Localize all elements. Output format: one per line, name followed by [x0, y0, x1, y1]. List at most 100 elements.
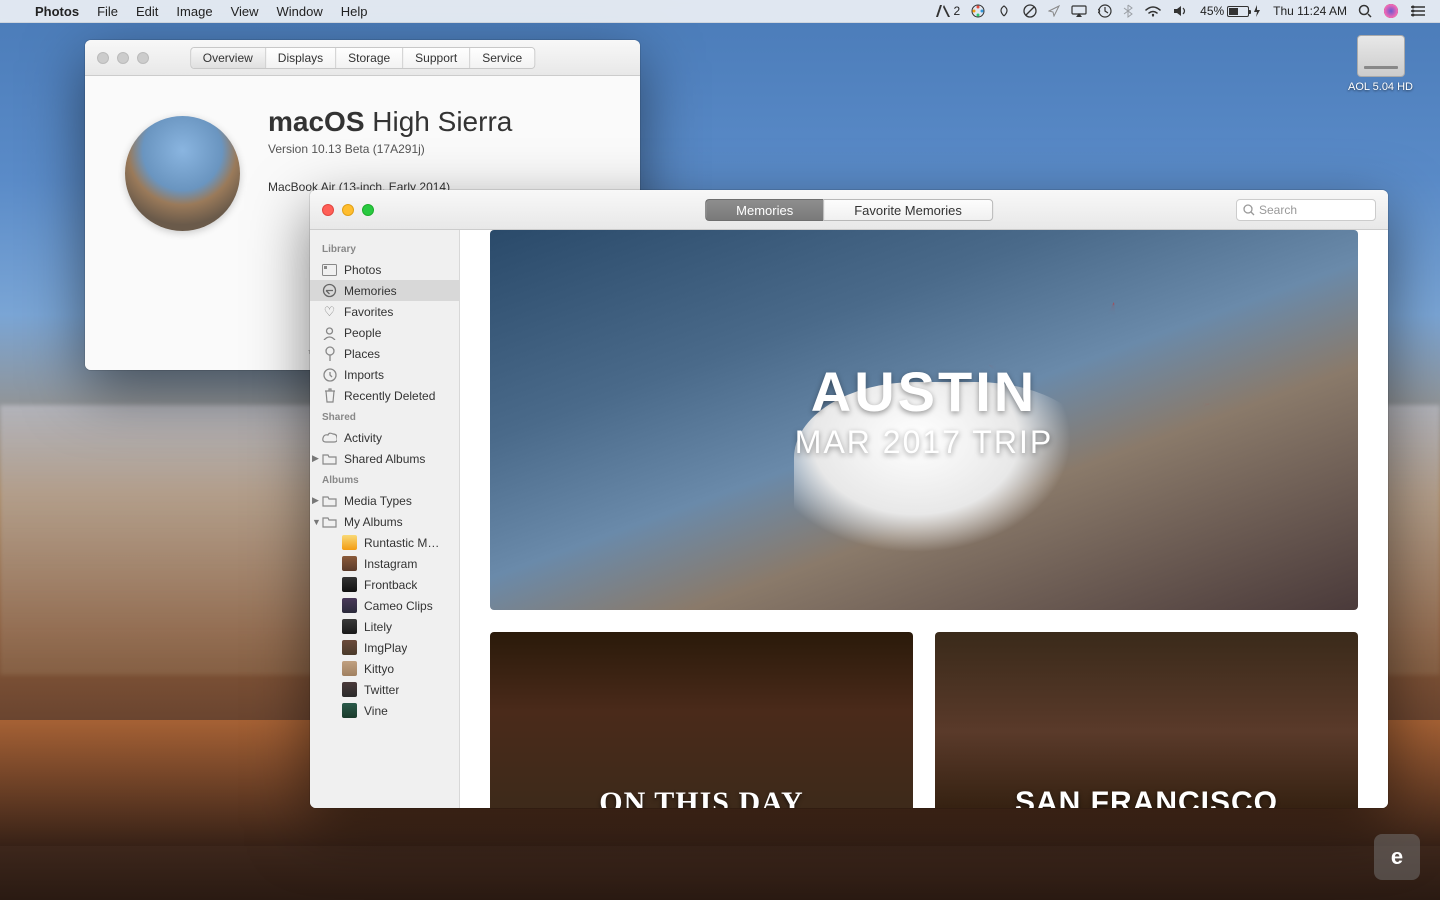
drive-label: AOL 5.04 HD — [1348, 81, 1413, 93]
zoom-button[interactable] — [362, 204, 374, 216]
color-picker-icon[interactable] — [971, 4, 985, 18]
sidebar-header-library: Library — [310, 238, 459, 259]
close-button[interactable] — [97, 52, 109, 64]
album-thumb — [342, 640, 357, 655]
sidebar-album-cameo[interactable]: Cameo Clips — [310, 595, 459, 616]
tab-service[interactable]: Service — [470, 48, 534, 68]
os-version: Version 10.13 Beta (17A291j) — [268, 142, 512, 156]
disclosure-icon[interactable]: ▼ — [312, 517, 321, 527]
zoom-button[interactable] — [137, 52, 149, 64]
about-tabs: Overview Displays Storage Support Servic… — [190, 47, 535, 69]
menu-view[interactable]: View — [222, 0, 268, 23]
minimize-button[interactable] — [342, 204, 354, 216]
search-field[interactable]: Search — [1236, 199, 1376, 221]
battery-status[interactable]: 45% — [1200, 4, 1262, 18]
sidebar-header-shared: Shared — [310, 406, 459, 427]
memory-austin[interactable]: AUSTIN MAR 2017 TRIP — [490, 230, 1358, 610]
menu-file[interactable]: File — [88, 0, 127, 23]
memory-card-title: SAN FRANCISCO — [1015, 786, 1278, 808]
folder-icon — [322, 451, 337, 466]
sidebar-album-vine[interactable]: Vine — [310, 700, 459, 721]
sidebar-item-favorites[interactable]: ♡Favorites — [310, 301, 459, 322]
photos-view-tabs: Memories Favorite Memories — [705, 199, 993, 221]
location-icon[interactable] — [1048, 5, 1060, 17]
tab-displays[interactable]: Displays — [266, 48, 336, 68]
photos-content[interactable]: AUSTIN MAR 2017 TRIP ON THIS DAY SAN FRA… — [460, 230, 1388, 808]
sidebar-album-runtastic[interactable]: Runtastic M… — [310, 532, 459, 553]
desktop-drive[interactable]: AOL 5.04 HD — [1343, 35, 1418, 93]
sidebar-album-litely[interactable]: Litely — [310, 616, 459, 637]
wifi-icon[interactable] — [1144, 5, 1162, 17]
memory-san-francisco[interactable]: SAN FRANCISCO — [935, 632, 1358, 808]
photos-traffic-lights — [310, 204, 374, 216]
cloud-icon — [322, 430, 337, 445]
tab-favorite-memories[interactable]: Favorite Memories — [823, 199, 993, 221]
sidebar-item-imports[interactable]: Imports — [310, 364, 459, 385]
time-machine-icon[interactable] — [1098, 4, 1112, 18]
app-menu[interactable]: Photos — [26, 0, 88, 23]
airplay-icon[interactable] — [1071, 5, 1087, 17]
sidebar-album-instagram[interactable]: Instagram — [310, 553, 459, 574]
memory-card-title: ON THIS DAY — [599, 786, 803, 808]
album-thumb — [342, 556, 357, 571]
watermark-badge: e — [1374, 834, 1420, 880]
sidebar-item-shared-albums[interactable]: ▶Shared Albums — [310, 448, 459, 469]
sidebar-item-people[interactable]: People — [310, 322, 459, 343]
tab-overview[interactable]: Overview — [191, 48, 266, 68]
sidebar-item-memories[interactable]: Memories — [310, 280, 459, 301]
album-thumb — [342, 535, 357, 550]
clock[interactable]: Thu 11:24 AM — [1273, 4, 1347, 18]
drive-icon — [1357, 35, 1405, 77]
sidebar-album-twitter[interactable]: Twitter — [310, 679, 459, 700]
album-thumb — [342, 598, 357, 613]
menubar: Photos File Edit Image View Window Help … — [0, 0, 1440, 23]
disclosure-icon[interactable]: ▶ — [312, 453, 319, 464]
adobe-count: 2 — [953, 4, 960, 18]
trash-icon — [322, 388, 337, 403]
sidebar-item-places[interactable]: Places — [310, 343, 459, 364]
notification-center-icon[interactable] — [1410, 5, 1426, 17]
close-button[interactable] — [322, 204, 334, 216]
memory-subtitle: MAR 2017 TRIP — [795, 424, 1053, 461]
album-thumb — [342, 661, 357, 676]
battery-percent: 45% — [1200, 4, 1224, 18]
bluetooth-icon[interactable] — [1123, 4, 1133, 18]
do-not-disturb-icon[interactable] — [1023, 4, 1037, 18]
minimize-button[interactable] — [117, 52, 129, 64]
memory-on-this-day[interactable]: ON THIS DAY — [490, 632, 913, 808]
album-thumb — [342, 682, 357, 697]
disclosure-icon[interactable]: ▶ — [312, 495, 319, 506]
folder-icon — [322, 514, 337, 529]
os-title: macOS High Sierra — [268, 106, 512, 138]
adobe-status-icon[interactable]: 2 — [936, 4, 960, 18]
menu-window[interactable]: Window — [268, 0, 332, 23]
sidebar-item-recently-deleted[interactable]: Recently Deleted — [310, 385, 459, 406]
tab-memories[interactable]: Memories — [705, 199, 823, 221]
menu-image[interactable]: Image — [167, 0, 221, 23]
spotlight-icon[interactable] — [1358, 4, 1372, 18]
tab-storage[interactable]: Storage — [336, 48, 403, 68]
volume-icon[interactable] — [1173, 5, 1189, 17]
album-thumb — [342, 703, 357, 718]
sidebar-item-photos[interactable]: Photos — [310, 259, 459, 280]
sidebar-item-my-albums[interactable]: ▼My Albums — [310, 511, 459, 532]
sidebar-album-frontback[interactable]: Frontback — [310, 574, 459, 595]
sidebar-item-media-types[interactable]: ▶Media Types — [310, 490, 459, 511]
sidebar-header-albums: Albums — [310, 469, 459, 490]
menu-edit[interactable]: Edit — [127, 0, 167, 23]
search-icon — [1243, 204, 1255, 216]
sidebar-item-activity[interactable]: Activity — [310, 427, 459, 448]
album-thumb — [342, 619, 357, 634]
wifi-secondary-icon[interactable] — [996, 5, 1012, 17]
siri-icon[interactable] — [1383, 3, 1399, 19]
search-placeholder: Search — [1259, 203, 1297, 217]
about-titlebar[interactable]: Overview Displays Storage Support Servic… — [85, 40, 640, 76]
album-thumb — [342, 577, 357, 592]
photos-window: Memories Favorite Memories Search Librar… — [310, 190, 1388, 808]
sidebar-album-imgplay[interactable]: ImgPlay — [310, 637, 459, 658]
sidebar-album-kittyo[interactable]: Kittyo — [310, 658, 459, 679]
high-sierra-logo — [125, 116, 240, 231]
photos-titlebar[interactable]: Memories Favorite Memories Search — [310, 190, 1388, 230]
menu-help[interactable]: Help — [332, 0, 377, 23]
tab-support[interactable]: Support — [403, 48, 470, 68]
